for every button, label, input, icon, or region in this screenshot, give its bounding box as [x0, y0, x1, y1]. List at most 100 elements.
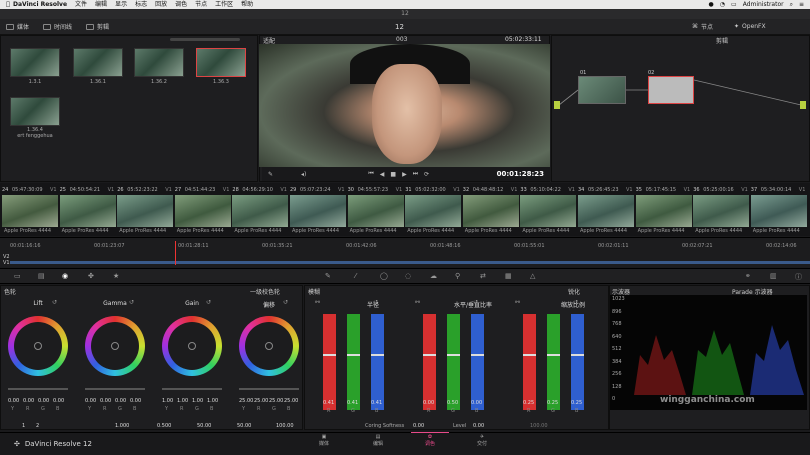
slider-handle[interactable]: [323, 354, 336, 356]
wheel-value[interactable]: 25.00: [269, 398, 283, 404]
blur-channel-slider[interactable]: [347, 314, 360, 410]
wheel-bottom-value[interactable]: 2: [36, 423, 39, 429]
apple-icon[interactable]: : [3, 0, 13, 9]
info-icon[interactable]: ⓘ: [795, 272, 802, 282]
effects-icon[interactable]: ★: [113, 272, 119, 280]
window-icon[interactable]: ◯: [380, 272, 388, 280]
blur-value[interactable]: 0.25: [523, 400, 534, 406]
tracker-icon[interactable]: ◌: [405, 272, 411, 280]
wheel-value[interactable]: 1.00: [177, 398, 188, 404]
motion-icon[interactable]: ⚭: [745, 272, 751, 280]
coring-softness-value[interactable]: 0.00: [413, 423, 424, 429]
viewer-clip-number[interactable]: 003: [396, 36, 407, 43]
loop-icon[interactable]: ⟳: [424, 171, 429, 178]
status-icon[interactable]: ●: [709, 0, 714, 9]
level-value[interactable]: 0.00: [473, 423, 484, 429]
blur-channel-slider[interactable]: [547, 314, 560, 410]
clip-thumbnail[interactable]: [693, 195, 750, 227]
reset-icon[interactable]: ↺: [283, 299, 288, 306]
media-clip-thumb[interactable]: [10, 97, 60, 126]
link-icon[interactable]: ⚯: [315, 299, 320, 306]
blur-channel-slider[interactable]: [371, 314, 384, 410]
blur-value[interactable]: 0.50: [447, 400, 458, 406]
wheel-bottom-value[interactable]: 100.00: [276, 423, 294, 429]
wheel-center-handle[interactable]: [34, 342, 42, 350]
wheel-value[interactable]: 0.00: [130, 398, 141, 404]
link-icon[interactable]: ⚯: [515, 299, 520, 306]
wheel-value[interactable]: 1.00: [162, 398, 173, 404]
nav-tab-edit[interactable]: ▤ 编辑: [358, 434, 398, 454]
skip-forward-icon[interactable]: ⏭: [413, 170, 418, 178]
openfx-tab[interactable]: ✦ OpenFX: [734, 23, 766, 30]
skip-back-icon[interactable]: ⏮: [368, 170, 373, 178]
reset-icon[interactable]: ↺: [52, 299, 57, 306]
keyframe-icon[interactable]: △: [530, 272, 535, 280]
wheel-value[interactable]: 1.00: [207, 398, 218, 404]
media-clip-thumb[interactable]: [134, 48, 184, 77]
nodes-tab[interactable]: ⌘ 节点: [692, 22, 713, 31]
blur-value[interactable]: 0.41: [371, 400, 382, 406]
slider-handle[interactable]: [423, 354, 436, 356]
menu-playback[interactable]: 回放: [155, 0, 167, 9]
app-name-menu[interactable]: DaVinci Resolve: [13, 0, 67, 9]
blur-value[interactable]: 0.00: [471, 400, 482, 406]
clip-thumbnail[interactable]: [2, 195, 58, 227]
search-icon[interactable]: ⌕: [790, 0, 793, 9]
reset-icon[interactable]: ↺: [373, 299, 378, 306]
slider-handle[interactable]: [547, 354, 560, 356]
menu-color[interactable]: 调色: [175, 0, 187, 9]
wheel-value[interactable]: 0.00: [85, 398, 96, 404]
zoom-slider[interactable]: [170, 38, 240, 41]
menu-nodes[interactable]: 节点: [195, 0, 207, 9]
wheels-mode-select[interactable]: 一级校色轮: [250, 287, 280, 296]
menu-workspace[interactable]: 工作区: [215, 0, 233, 9]
wheel-value[interactable]: 0.00: [53, 398, 64, 404]
curves-icon[interactable]: ✎: [325, 272, 331, 280]
master-wheel-slider[interactable]: [8, 388, 68, 390]
qualifier-icon[interactable]: ⁄: [355, 272, 356, 280]
scopes-icon[interactable]: ▥: [770, 272, 777, 280]
clip-thumbnail[interactable]: [290, 195, 346, 227]
wheel-value[interactable]: 25.00: [254, 398, 268, 404]
blur-value[interactable]: 0.25: [571, 400, 582, 406]
wheel-value[interactable]: 25.00: [284, 398, 298, 404]
media-tab[interactable]: 媒体: [6, 22, 29, 31]
wheel-bottom-value[interactable]: 50.00: [237, 423, 251, 429]
menu-file[interactable]: 文件: [75, 0, 87, 9]
wheel-value[interactable]: 1.00: [192, 398, 203, 404]
master-wheel-slider[interactable]: [162, 388, 222, 390]
clip-thumbnail[interactable]: [347, 195, 404, 227]
slider-handle[interactable]: [523, 354, 536, 356]
clip-thumbnail[interactable]: [520, 195, 577, 227]
slider-handle[interactable]: [347, 354, 360, 356]
wheel-value[interactable]: 0.00: [115, 398, 126, 404]
blur-channel-slider[interactable]: [447, 314, 460, 410]
lut-icon[interactable]: ▦: [505, 272, 512, 280]
stop-icon[interactable]: ■: [390, 171, 396, 178]
clip-thumbnail[interactable]: [750, 195, 807, 227]
slider-handle[interactable]: [371, 354, 384, 356]
color-wheels-icon[interactable]: ◉: [62, 272, 68, 280]
clip-thumbnail[interactable]: [174, 195, 231, 227]
reset-icon[interactable]: ↺: [129, 299, 134, 306]
blur-value[interactable]: 0.41: [347, 400, 358, 406]
rewind-icon[interactable]: ◀: [380, 171, 385, 178]
clip-thumbnail[interactable]: [578, 195, 634, 227]
media-clip-thumb-selected[interactable]: [196, 48, 246, 77]
hsl-icon[interactable]: ✤: [88, 272, 94, 280]
nav-tab-color[interactable]: ✿ 调色: [410, 434, 450, 454]
clip-thumbnail[interactable]: [117, 195, 174, 227]
nav-tab-deliver[interactable]: ✈ 交付: [462, 434, 502, 454]
tool-icon[interactable]: ✎: [268, 171, 273, 178]
playhead[interactable]: [175, 241, 176, 265]
clip-thumbnail[interactable]: [405, 195, 462, 227]
timeline-tab[interactable]: 时间线: [43, 22, 72, 31]
clip-thumbnail[interactable]: [59, 195, 116, 227]
audio-icon[interactable]: ◂): [301, 171, 306, 178]
slider-handle[interactable]: [571, 354, 584, 356]
sizing-icon[interactable]: ⇄: [480, 272, 486, 280]
master-wheel-slider[interactable]: [239, 388, 299, 390]
edit-tab[interactable]: 剪辑: [86, 22, 109, 31]
play-icon[interactable]: ▶: [402, 171, 407, 178]
menu-mark[interactable]: 标志: [135, 0, 147, 9]
